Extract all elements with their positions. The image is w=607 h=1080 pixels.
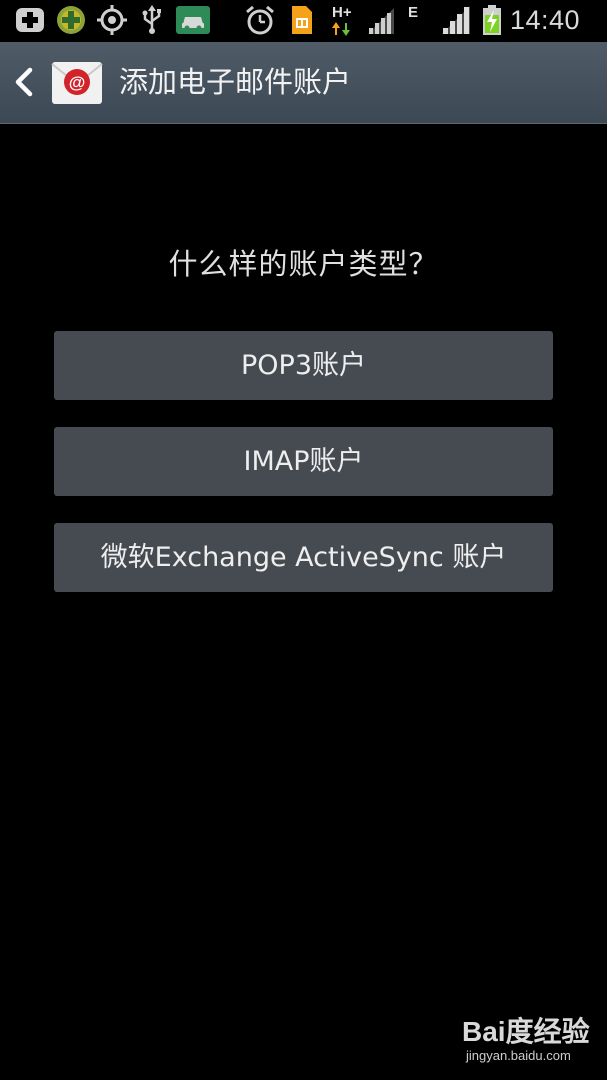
svg-text:@: @: [69, 73, 86, 92]
signal-strength-2-icon: E: [406, 4, 476, 36]
network-hplus-icon: H+: [330, 4, 356, 36]
account-type-question: 什么样的账户类型？: [168, 247, 439, 281]
email-app-icon[interactable]: @: [50, 58, 104, 108]
sim-card-icon: [292, 6, 312, 34]
action-bar: @ 添加电子邮件账户: [0, 42, 607, 124]
alarm-icon: [246, 5, 274, 35]
exchange-activesync-account-label: 微软Exchange ActiveSync 账户: [100, 541, 507, 573]
usb-icon: [142, 5, 161, 34]
page-title: 添加电子邮件账户: [119, 65, 352, 99]
status-bar: H+ E 14:40: [0, 0, 607, 42]
watermark-url: jingyan.baidu.com: [466, 1048, 571, 1063]
car-mode-icon: [176, 6, 210, 34]
baidu-jingyan-watermark: Bai度经验 jingyan.baidu.com: [462, 1010, 592, 1070]
pop3-account-label: POP3账户: [241, 349, 366, 381]
exchange-activesync-account-button[interactable]: 微软Exchange ActiveSync 账户: [54, 523, 553, 592]
back-arrow-icon[interactable]: [8, 62, 40, 102]
add-notification-icon: [16, 8, 44, 32]
app-notification-icon: [57, 6, 85, 34]
clock: 14:40: [510, 5, 581, 35]
battery-charging-icon: [483, 5, 501, 35]
watermark-brand: Bai度经验: [462, 1016, 590, 1047]
signal-strength-icon: [368, 8, 394, 34]
imap-account-label: IMAP账户: [243, 445, 364, 477]
pop3-account-button[interactable]: POP3账户: [54, 331, 553, 400]
imap-account-button[interactable]: IMAP账户: [54, 427, 553, 496]
gps-icon: [97, 5, 127, 35]
